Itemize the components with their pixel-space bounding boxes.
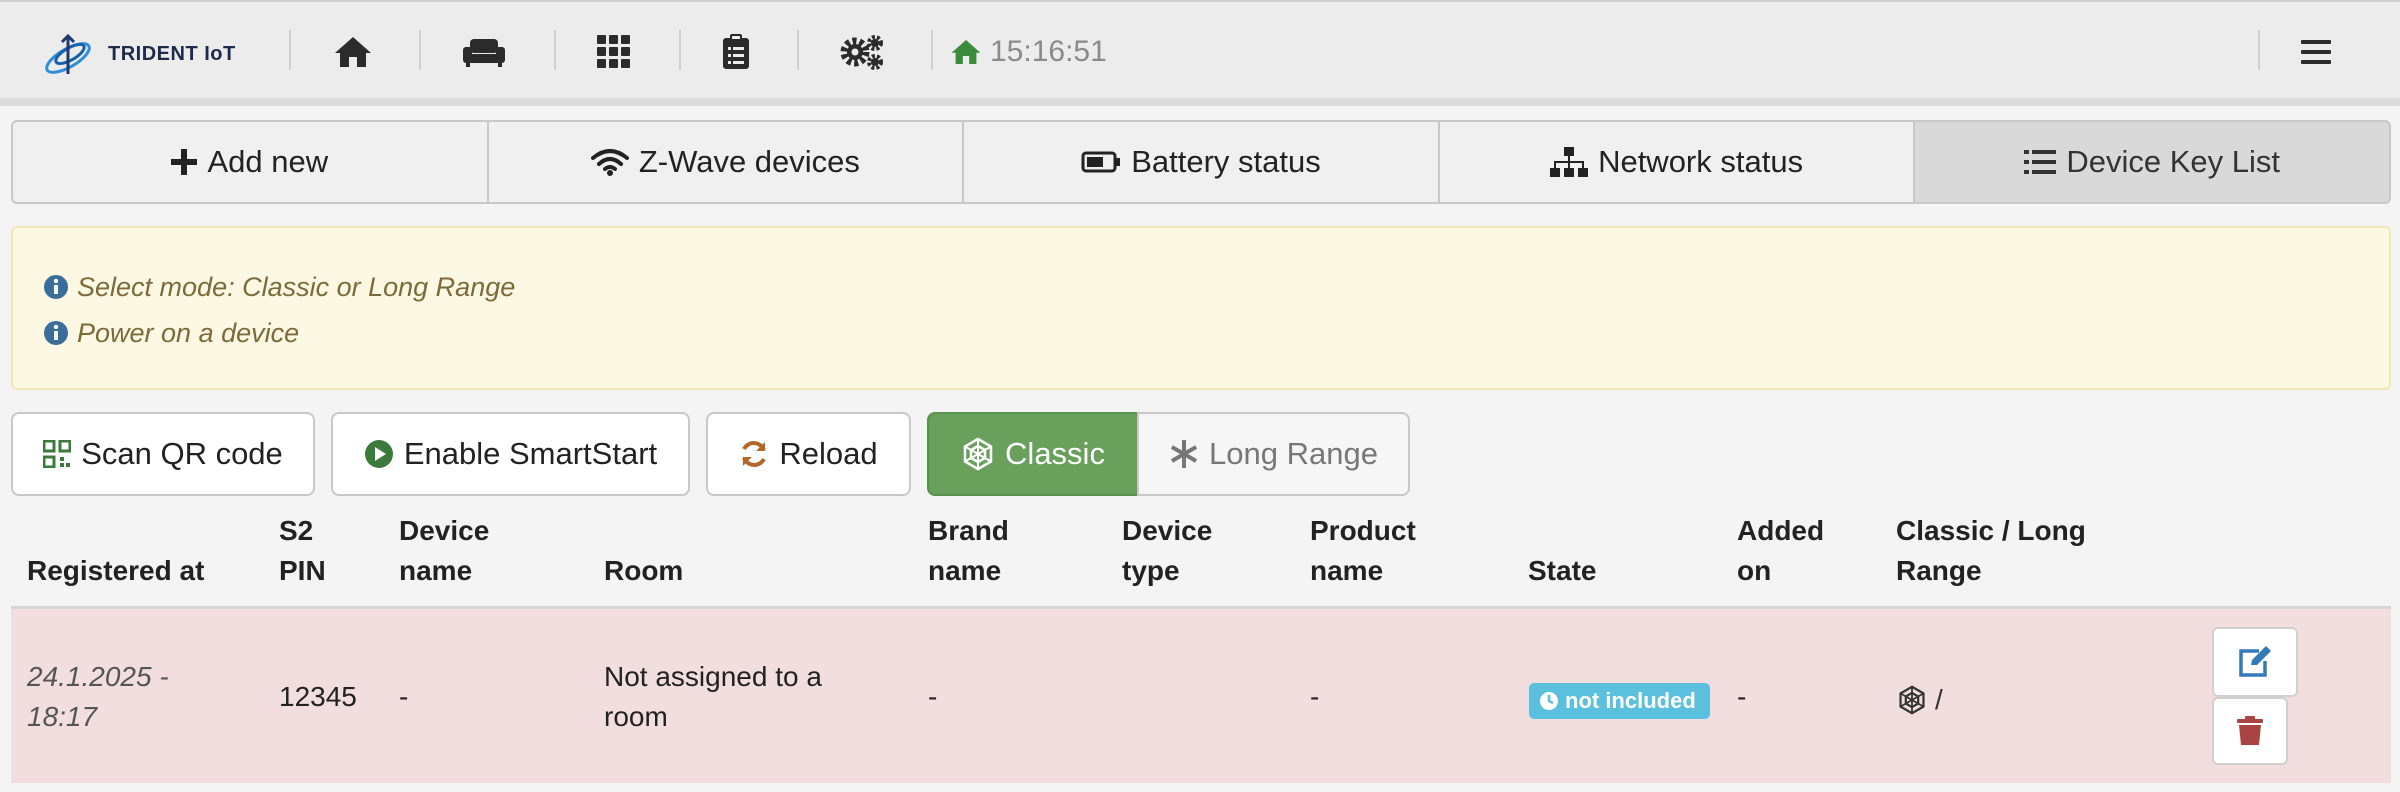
rooms-nav-button[interactable] xyxy=(459,28,509,76)
status-badge: not included xyxy=(1529,683,1710,719)
gears-icon xyxy=(840,35,883,70)
events-nav-button[interactable] xyxy=(711,28,761,76)
cell-classic-long-range: / xyxy=(1897,680,1943,720)
clock-icon xyxy=(1540,692,1558,710)
column-header-brand-name[interactable]: Brand name xyxy=(928,511,1009,591)
delete-button[interactable] xyxy=(2212,697,2288,765)
nav-separator xyxy=(289,30,291,70)
play-circle-icon xyxy=(364,440,393,468)
logo[interactable]: TRIDENT IoT xyxy=(40,28,236,80)
settings-nav-button[interactable] xyxy=(837,28,887,76)
main-menu-button[interactable] xyxy=(2290,28,2342,76)
nav-separator xyxy=(679,30,681,70)
mode-classic-button[interactable]: Classic xyxy=(927,412,1139,496)
column-header-added-on[interactable]: Added on xyxy=(1737,511,1824,591)
clipboard-icon xyxy=(723,34,749,69)
edit-icon xyxy=(2239,646,2271,677)
tab-label: Battery status xyxy=(1131,144,1321,179)
column-header-device-type[interactable]: Device type xyxy=(1122,511,1212,591)
nav-separator xyxy=(419,30,421,70)
instructions-alert: Select mode: Classic or Long Range Power… xyxy=(11,226,2391,390)
column-header-s2-pin[interactable]: S2 PIN xyxy=(279,511,326,591)
column-header-product-name[interactable]: Product name xyxy=(1310,511,1416,591)
refresh-icon xyxy=(742,441,767,467)
cell-added-on: - xyxy=(1737,681,1747,712)
column-header-state[interactable]: State xyxy=(1528,551,1596,591)
plus-icon xyxy=(171,149,198,175)
grid-icon xyxy=(597,35,630,68)
home-icon xyxy=(335,37,371,67)
column-header-registered-at[interactable]: Registered at xyxy=(27,551,204,591)
scan-qr-button[interactable]: Scan QR code xyxy=(11,412,315,496)
mesh-network-icon xyxy=(963,437,993,471)
alert-line: Power on a device xyxy=(43,316,299,350)
wifi-icon xyxy=(590,149,629,176)
home-nav-button[interactable] xyxy=(328,28,378,76)
cell-room: Not assigned to a room xyxy=(604,661,822,732)
couch-icon xyxy=(463,39,505,67)
mode-long-range-button[interactable]: Long Range xyxy=(1137,412,1410,496)
clock-time: 15:16:51 xyxy=(990,35,1107,68)
tab-zwave-devices[interactable]: Z-Wave devices xyxy=(486,120,965,204)
tab-add-new[interactable]: Add new xyxy=(11,120,489,204)
edit-button[interactable] xyxy=(2212,627,2298,697)
top-navbar: TRIDENT IoT 15:16:51 xyxy=(0,0,2400,98)
info-icon xyxy=(44,275,68,299)
table-row xyxy=(11,609,2391,783)
cell-s2-pin: 12345 xyxy=(279,681,357,712)
device-tabs: Add new Z-Wave devices Battery status Ne… xyxy=(11,120,2391,204)
alert-line: Select mode: Classic or Long Range xyxy=(43,270,515,304)
list-icon xyxy=(2024,150,2057,174)
asterisk-icon xyxy=(1170,440,1198,468)
info-icon xyxy=(44,321,68,345)
tab-label: Device Key List xyxy=(2066,144,2280,179)
hamburger-icon xyxy=(2301,40,2331,64)
tab-label: Network status xyxy=(1598,144,1804,179)
tab-label: Z-Wave devices xyxy=(638,144,860,179)
cell-registered-at: 24.1.2025 - 18:17 xyxy=(27,661,169,732)
elements-nav-button[interactable] xyxy=(589,28,639,76)
column-header-classic-long-range[interactable]: Classic / Long Range xyxy=(1896,511,2086,591)
battery-icon xyxy=(1081,151,1121,173)
cell-brand-name: - xyxy=(928,681,938,712)
logo-text: TRIDENT IoT xyxy=(108,42,236,65)
trident-logo-icon xyxy=(45,33,91,74)
clock: 15:16:51 xyxy=(950,32,1107,72)
nav-separator xyxy=(931,30,933,70)
tab-network-status[interactable]: Network status xyxy=(1437,120,1916,204)
tab-device-key-list[interactable]: Device Key List xyxy=(1913,120,2391,204)
tab-battery-status[interactable]: Battery status xyxy=(962,120,1440,204)
column-header-device-name[interactable]: Device name xyxy=(399,511,489,591)
enable-smartstart-button[interactable]: Enable SmartStart xyxy=(331,412,690,496)
home-status-icon xyxy=(951,40,981,64)
nav-separator xyxy=(2258,30,2260,70)
cell-device-name: - xyxy=(399,681,409,712)
qr-code-icon xyxy=(43,440,72,468)
reload-button[interactable]: Reload xyxy=(706,412,911,496)
tab-label: Add new xyxy=(207,144,329,179)
cell-product-name: - xyxy=(1310,681,1320,712)
column-header-room[interactable]: Room xyxy=(604,551,683,591)
navbar-divider xyxy=(0,98,2400,106)
trash-icon xyxy=(2237,716,2263,745)
sitemap-icon xyxy=(1550,147,1589,177)
mesh-network-icon xyxy=(1899,685,1925,715)
nav-separator xyxy=(554,30,556,70)
nav-separator xyxy=(797,30,799,70)
